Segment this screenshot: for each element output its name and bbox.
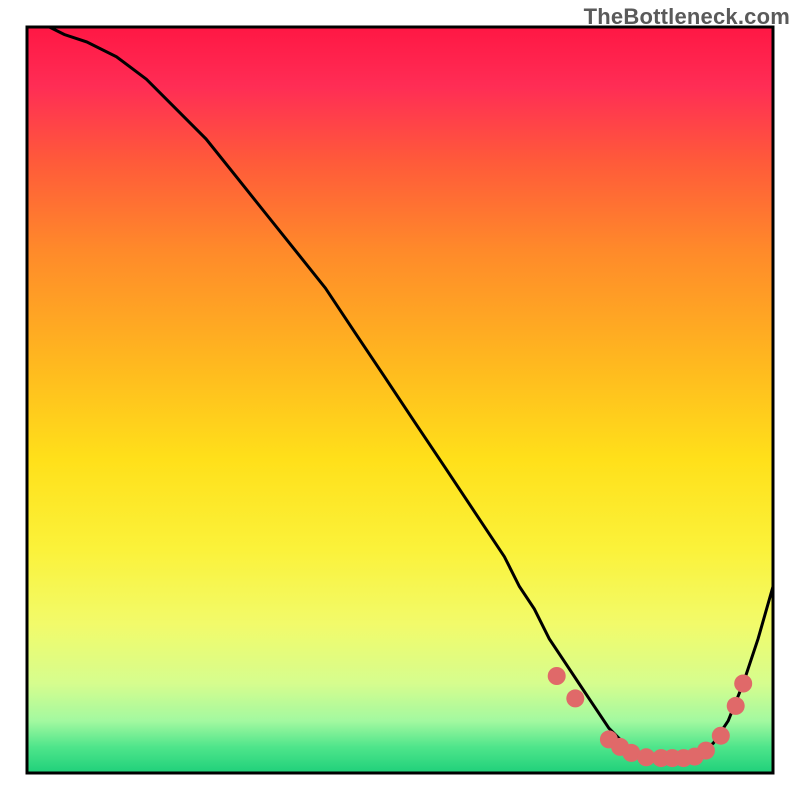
marker-dot — [712, 727, 730, 745]
attribution-label: TheBottleneck.com — [584, 4, 790, 30]
chart-container: TheBottleneck.com — [0, 0, 800, 800]
marker-dot — [727, 697, 745, 715]
marker-dot — [566, 689, 584, 707]
marker-dot — [548, 667, 566, 685]
marker-dot — [734, 675, 752, 693]
marker-dot — [697, 742, 715, 760]
bottleneck-chart — [0, 0, 800, 800]
